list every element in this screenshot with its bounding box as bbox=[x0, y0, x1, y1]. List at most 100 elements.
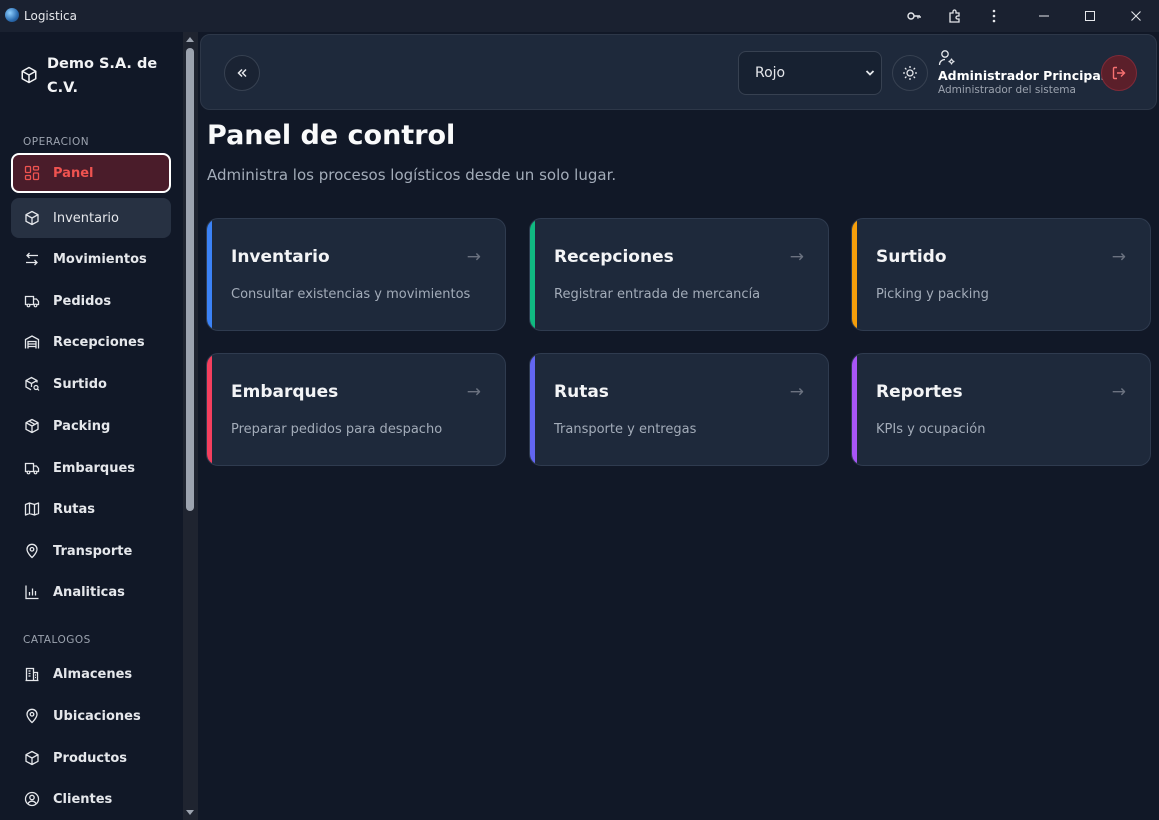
sidebar-item-productos[interactable]: Productos bbox=[11, 738, 171, 778]
card-title: Reportes bbox=[876, 382, 963, 402]
sidebar-item-pedidos[interactable]: Pedidos bbox=[11, 281, 171, 321]
card-title: Inventario bbox=[231, 247, 330, 267]
sidebar-item-recepciones[interactable]: Recepciones bbox=[11, 322, 171, 362]
arrow-right-icon: → bbox=[1111, 247, 1126, 267]
sidebar-scrollbar[interactable] bbox=[183, 32, 198, 820]
bar-chart-icon bbox=[25, 585, 39, 600]
section-label-operacion: OPERACION bbox=[23, 136, 90, 148]
minimize-button[interactable] bbox=[1021, 0, 1067, 32]
sidebar-item-label: Recepciones bbox=[53, 334, 145, 350]
sidebar-item-label: Packing bbox=[53, 418, 111, 434]
sidebar: Demo S.A. de C.V. OPERACION Panel Invent… bbox=[0, 32, 183, 820]
sidebar-item-analiticas[interactable]: Analiticas bbox=[11, 572, 171, 612]
theme-toggle-button[interactable] bbox=[892, 55, 928, 91]
card-surtido[interactable]: Surtido → Picking y packing bbox=[851, 218, 1151, 331]
logout-button[interactable] bbox=[1101, 55, 1137, 91]
card-accent bbox=[530, 354, 535, 465]
sidebar-item-movimientos[interactable]: Movimientos bbox=[11, 239, 171, 279]
sidebar-item-inventario[interactable]: Inventario bbox=[11, 198, 171, 238]
sidebar-item-label: Clientes bbox=[53, 791, 113, 807]
box-search-icon bbox=[25, 376, 40, 391]
card-rutas[interactable]: Rutas → Transporte y entregas bbox=[529, 353, 829, 466]
theme-select[interactable]: Rojo bbox=[738, 51, 882, 95]
box-icon bbox=[25, 418, 39, 434]
main-content: Rojo Administrador Principal Administrad… bbox=[198, 32, 1159, 820]
arrows-swap-icon bbox=[26, 252, 38, 266]
sidebar-item-transporte[interactable]: Transporte bbox=[11, 531, 171, 571]
page-subtitle: Administra los procesos logísticos desde… bbox=[207, 166, 617, 184]
theme-select-value: Rojo bbox=[755, 65, 786, 81]
chevrons-left-icon bbox=[237, 68, 247, 78]
logout-icon bbox=[1112, 66, 1126, 80]
user-role: Administrador del sistema bbox=[938, 84, 1076, 96]
sidebar-item-packing[interactable]: Packing bbox=[11, 406, 171, 446]
company-name: Demo S.A. de C.V. bbox=[47, 56, 158, 96]
user-circle-icon bbox=[24, 791, 40, 807]
sidebar-item-label: Transporte bbox=[53, 543, 133, 559]
sun-icon bbox=[903, 66, 917, 80]
brand: Demo S.A. de C.V. bbox=[20, 52, 170, 100]
arrow-right-icon: → bbox=[789, 247, 804, 267]
sidebar-item-label: Rutas bbox=[53, 501, 95, 517]
sidebar-item-almacenes[interactable]: Almacenes bbox=[11, 654, 171, 694]
box-icon bbox=[25, 750, 39, 766]
sidebar-item-panel[interactable]: Panel bbox=[11, 153, 171, 193]
scroll-thumb[interactable] bbox=[186, 48, 194, 511]
card-embarques[interactable]: Embarques → Preparar pedidos para despac… bbox=[206, 353, 506, 466]
window-titlebar: Logistica bbox=[0, 0, 1159, 32]
sidebar-item-rutas[interactable]: Rutas bbox=[11, 489, 171, 529]
arrow-right-icon: → bbox=[466, 382, 481, 402]
extensions-icon[interactable] bbox=[943, 4, 967, 28]
sidebar-item-ubicaciones[interactable]: Ubicaciones bbox=[11, 696, 171, 736]
box-icon bbox=[25, 210, 39, 226]
section-label-catalogos: CATALOGOS bbox=[23, 634, 91, 646]
map-pin-icon bbox=[26, 543, 38, 559]
sidebar-item-embarques[interactable]: Embarques bbox=[11, 448, 171, 488]
card-title: Embarques bbox=[231, 382, 339, 402]
maximize-button[interactable] bbox=[1067, 0, 1113, 32]
card-description: Picking y packing bbox=[876, 287, 989, 302]
dashboard-icon bbox=[24, 165, 40, 181]
more-vertical-icon[interactable] bbox=[982, 4, 1006, 28]
scroll-up-arrow-icon[interactable] bbox=[186, 37, 194, 42]
sidebar-item-label: Embarques bbox=[53, 460, 136, 476]
key-icon[interactable] bbox=[902, 4, 926, 28]
top-header: Rojo Administrador Principal Administrad… bbox=[200, 34, 1157, 110]
card-reportes[interactable]: Reportes → KPIs y ocupación bbox=[851, 353, 1151, 466]
arrow-right-icon: → bbox=[789, 382, 804, 402]
sidebar-item-label: Analiticas bbox=[53, 584, 125, 600]
card-description: Consultar existencias y movimientos bbox=[231, 287, 471, 302]
sidebar-item-label: Inventario bbox=[53, 210, 119, 226]
sidebar-item-label: Almacenes bbox=[53, 666, 133, 682]
card-description: Preparar pedidos para despacho bbox=[231, 422, 443, 437]
building-icon bbox=[25, 667, 39, 682]
close-button[interactable] bbox=[1113, 0, 1159, 32]
warehouse-icon bbox=[24, 335, 40, 349]
arrow-right-icon: → bbox=[466, 247, 481, 267]
window-title: Logistica bbox=[24, 9, 78, 23]
card-accent bbox=[852, 219, 857, 330]
card-title: Recepciones bbox=[554, 247, 674, 267]
card-description: KPIs y ocupación bbox=[876, 422, 986, 437]
card-description: Transporte y entregas bbox=[554, 422, 697, 437]
card-accent bbox=[852, 354, 857, 465]
sidebar-item-label: Panel bbox=[53, 165, 94, 181]
sidebar-item-label: Productos bbox=[53, 750, 128, 766]
card-inventario[interactable]: Inventario → Consultar existencias y mov… bbox=[206, 218, 506, 331]
card-accent bbox=[530, 219, 535, 330]
app-globe-icon bbox=[5, 8, 19, 22]
arrow-right-icon: → bbox=[1111, 382, 1126, 402]
scroll-down-arrow-icon[interactable] bbox=[186, 810, 194, 815]
sidebar-item-label: Ubicaciones bbox=[53, 708, 141, 724]
collapse-sidebar-button[interactable] bbox=[224, 55, 260, 91]
sidebar-item-label: Pedidos bbox=[53, 293, 112, 309]
page-title: Panel de control bbox=[207, 120, 456, 151]
card-accent bbox=[207, 219, 212, 330]
sidebar-item-clientes[interactable]: Clientes bbox=[11, 779, 171, 819]
card-title: Rutas bbox=[554, 382, 609, 402]
card-accent bbox=[207, 354, 212, 465]
map-pin-icon bbox=[26, 708, 38, 724]
card-recepciones[interactable]: Recepciones → Registrar entrada de merca… bbox=[529, 218, 829, 331]
map-icon bbox=[24, 502, 40, 516]
sidebar-item-surtido[interactable]: Surtido bbox=[11, 364, 171, 404]
